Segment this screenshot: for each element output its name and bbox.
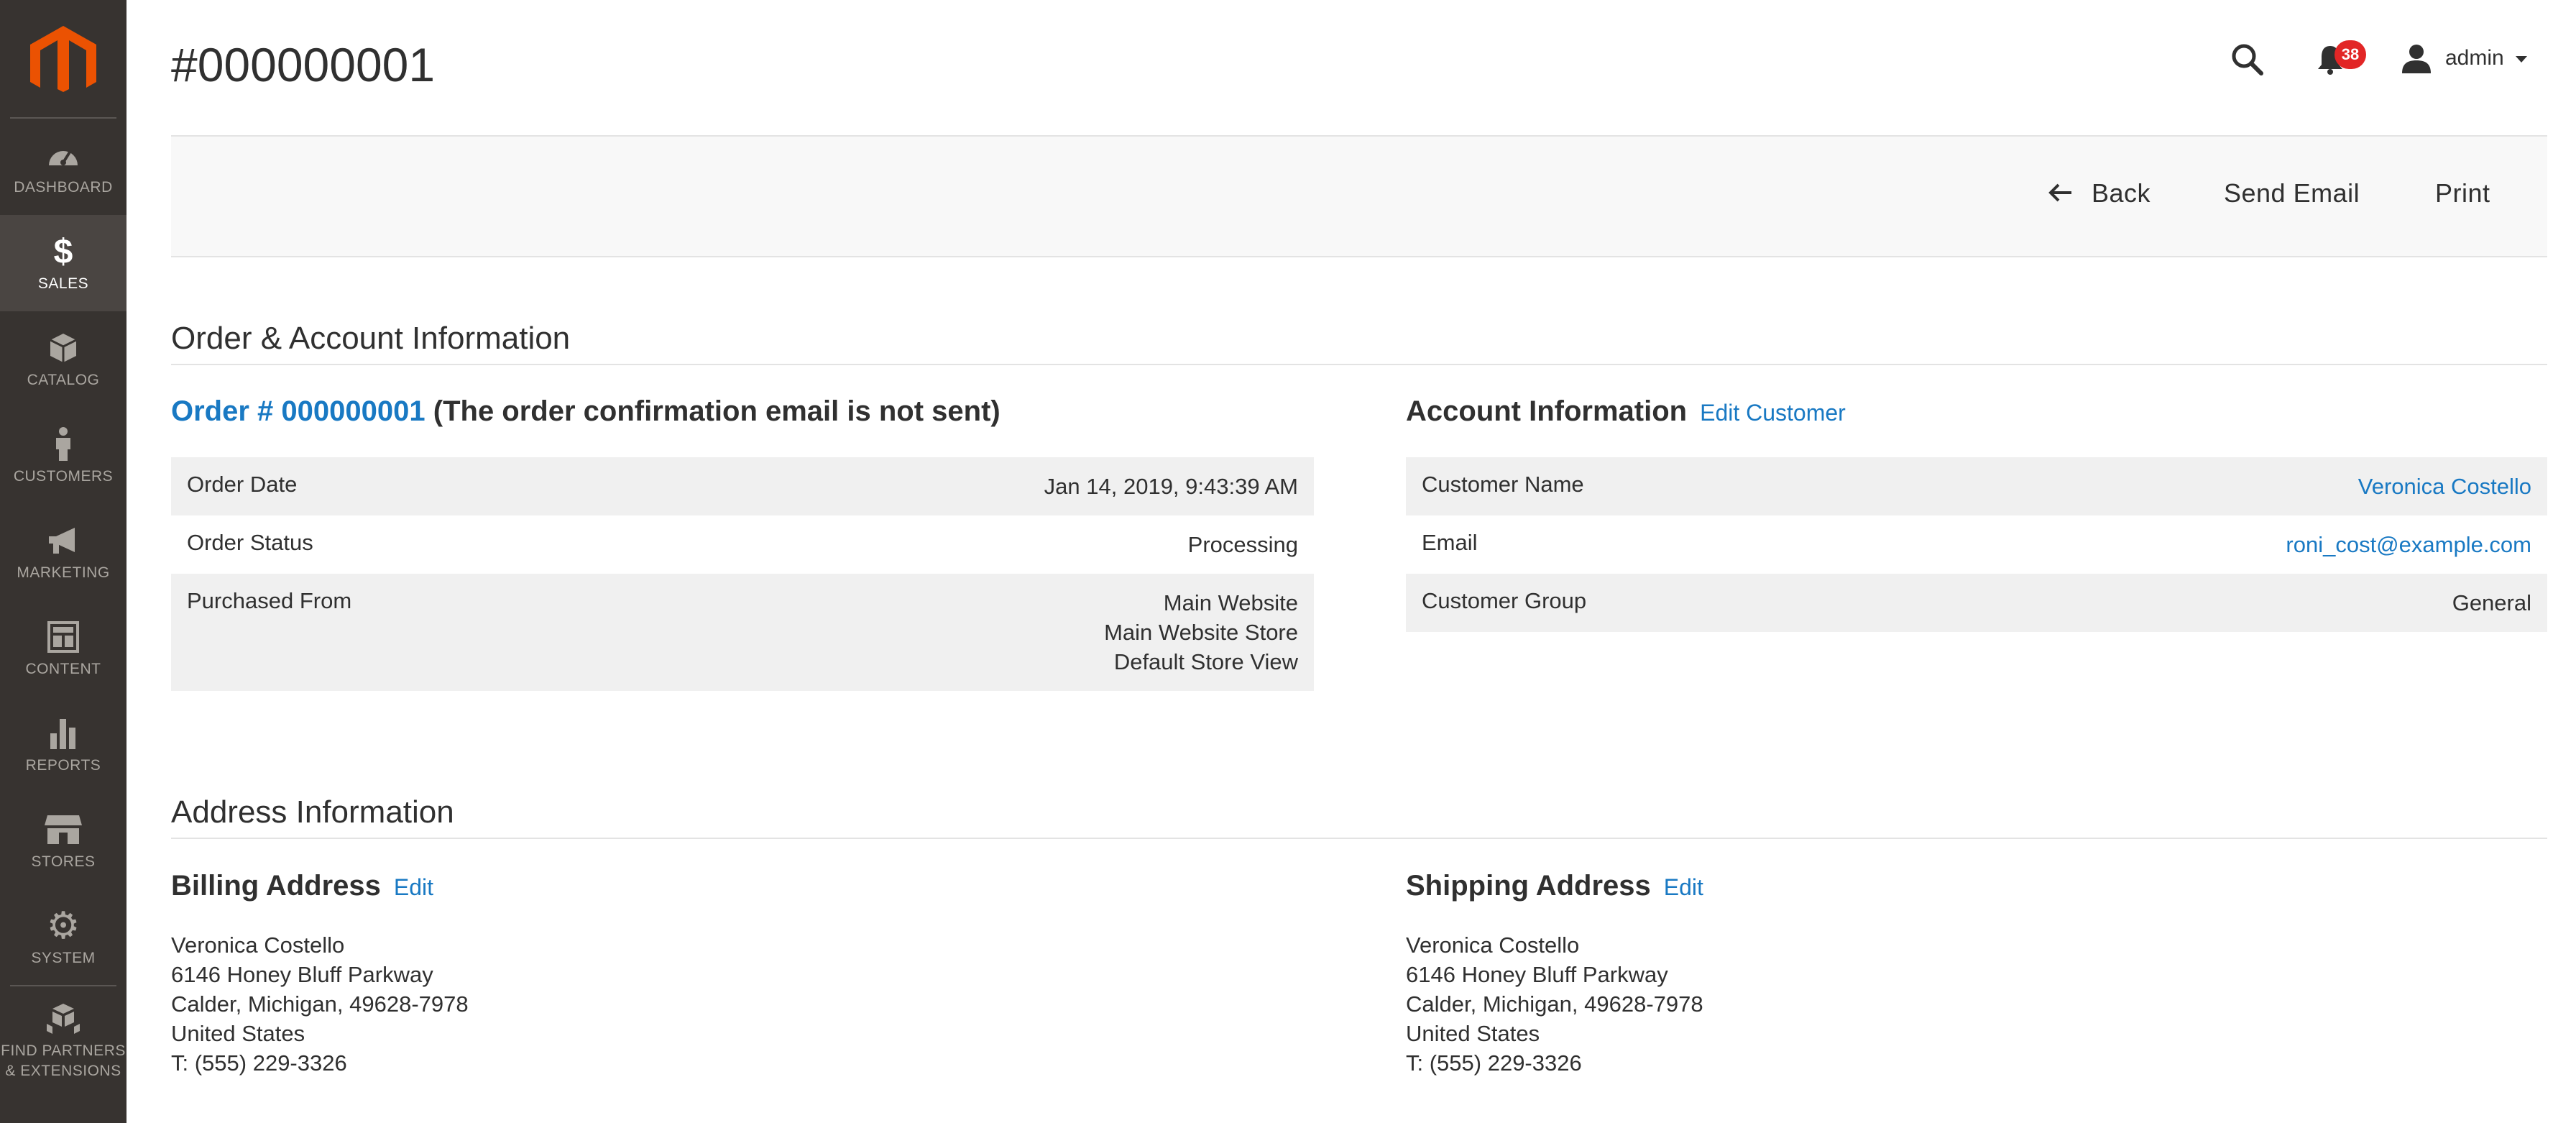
- billing-street: 6146 Honey Bluff Parkway: [171, 962, 433, 987]
- account-info-title: Account Information: [1406, 395, 1688, 427]
- print-button[interactable]: Print: [2435, 178, 2490, 208]
- user-name: admin: [2445, 46, 2504, 70]
- sidebar-label: SALES: [37, 275, 89, 292]
- admin-sidebar: DASHBOARD $ SALES CATALOG CUSTOMERS MARK…: [0, 0, 126, 1123]
- magento-logo[interactable]: [0, 0, 126, 119]
- sidebar-label: REPORTS: [25, 757, 101, 774]
- sidebar-label: MARKETING: [17, 564, 110, 581]
- shipping-name: Veronica Costello: [1406, 932, 1580, 958]
- sidebar-item-system[interactable]: ⚙ SYSTEM: [0, 889, 126, 986]
- shipping-address-title: Shipping Address: [1406, 870, 1651, 902]
- billing-address: Veronica Costello 6146 Honey Bluff Parkw…: [171, 930, 469, 1078]
- sidebar-label: SYSTEM: [31, 950, 96, 966]
- customer-group-label: Customer Group: [1406, 574, 1880, 632]
- purchased-from-label: Purchased From: [171, 574, 637, 691]
- sidebar-label-line2: & EXTENSIONS: [5, 1063, 121, 1079]
- dollar-icon: $: [53, 232, 73, 271]
- billing-city: Calder, Michigan, 49628-7978: [171, 991, 469, 1017]
- global-search-button[interactable]: [2230, 42, 2266, 78]
- sidebar-label: STORES: [31, 853, 96, 870]
- sidebar-item-marketing[interactable]: MARKETING: [0, 504, 126, 600]
- table-row: Order Date Jan 14, 2019, 9:43:39 AM: [171, 457, 1314, 515]
- billing-address-title: Billing Address: [171, 870, 381, 902]
- purchased-from-website: Main Website: [1163, 590, 1298, 615]
- email-label: Email: [1422, 530, 1478, 555]
- chevron-down-icon: [2516, 56, 2527, 63]
- order-status-value: Processing: [1187, 532, 1298, 557]
- edit-shipping-link[interactable]: Edit: [1664, 874, 1703, 900]
- table-row: Customer Group General: [1406, 574, 2547, 632]
- billing-country: United States: [171, 1021, 305, 1046]
- back-button-label: Back: [2092, 178, 2151, 208]
- order-info-table: Order Date Jan 14, 2019, 9:43:39 AM Orde…: [171, 457, 1314, 691]
- search-icon: [2232, 44, 2263, 75]
- purchased-from-store-view: Default Store View: [1113, 649, 1298, 674]
- account-info-table: Customer Name Veronica Costello Email ro…: [1406, 457, 2547, 632]
- email-link[interactable]: roni_cost@example.com: [1879, 515, 2547, 574]
- user-icon: [2402, 45, 2431, 73]
- notifications-count-badge: 38: [2334, 40, 2366, 69]
- admin-user-menu[interactable]: admin: [2401, 42, 2530, 78]
- sidebar-item-dashboard[interactable]: DASHBOARD: [0, 119, 126, 215]
- shipping-street: 6146 Honey Bluff Parkway: [1406, 962, 1668, 987]
- customer-group-value: General: [1879, 574, 2547, 632]
- order-email-note: (The order confirmation email is not sen…: [433, 395, 1000, 427]
- page-actions-bar: Back Send Email Print: [171, 135, 2547, 257]
- sidebar-label: CATALOG: [27, 372, 100, 388]
- sidebar-item-content[interactable]: CONTENT: [0, 600, 126, 697]
- sidebar-label: DASHBOARD: [14, 179, 113, 196]
- billing-phone: T: (555) 229-3326: [171, 1050, 347, 1076]
- gear-icon: ⚙: [46, 905, 80, 947]
- account-block-title: Account Information Edit Customer: [1406, 395, 1846, 428]
- sidebar-label: CONTENT: [25, 661, 101, 677]
- sidebar-item-catalog[interactable]: CATALOG: [0, 311, 126, 408]
- dashboard-icon: [0, 137, 126, 173]
- shipping-country: United States: [1406, 1021, 1540, 1046]
- section-title-address: Address Information: [171, 794, 2547, 839]
- order-block-title: Order # 000000001 (The order confirmatio…: [171, 395, 1000, 428]
- magento-logo-icon: [30, 26, 96, 92]
- shipping-block-title: Shipping Address Edit: [1406, 870, 1703, 902]
- customer-name-link[interactable]: Veronica Costello: [1879, 457, 2547, 515]
- sidebar-item-customers[interactable]: CUSTOMERS: [0, 408, 126, 504]
- table-row: Customer Name Veronica Costello: [1406, 457, 2547, 515]
- order-date-value: Jan 14, 2019, 9:43:39 AM: [636, 457, 1314, 515]
- billing-block-title: Billing Address Edit: [171, 870, 433, 902]
- table-row: Purchased From Main Website Main Website…: [171, 574, 1314, 691]
- sidebar-item-sales[interactable]: $ SALES: [0, 215, 126, 311]
- section-title-order-account: Order & Account Information: [171, 321, 2547, 365]
- order-number-link[interactable]: Order # 000000001: [171, 395, 426, 427]
- order-date-label: Order Date: [171, 457, 637, 515]
- shipping-address: Veronica Costello 6146 Honey Bluff Parkw…: [1406, 930, 1703, 1078]
- page-title: #000000001: [171, 38, 436, 91]
- edit-customer-link[interactable]: Edit Customer: [1700, 400, 1846, 426]
- purchased-from-store: Main Website Store: [1104, 620, 1298, 645]
- sidebar-label: CUSTOMERS: [13, 468, 114, 485]
- cubes-icon: [0, 1001, 126, 1037]
- customer-name-label: Customer Name: [1406, 457, 1880, 515]
- edit-billing-link[interactable]: Edit: [394, 874, 433, 900]
- send-email-button[interactable]: Send Email: [2224, 178, 2360, 208]
- sidebar-label: FIND PARTNERS & EXTENSIONS: [0, 1041, 126, 1081]
- layout-icon: [0, 619, 126, 655]
- store-icon: [0, 812, 126, 848]
- shipping-city: Calder, Michigan, 49628-7978: [1406, 991, 1703, 1017]
- sidebar-item-find-partners[interactable]: FIND PARTNERS & EXTENSIONS: [0, 986, 126, 1101]
- purchased-from-value: Main Website Main Website Store Default …: [636, 574, 1314, 691]
- table-row: Order Status Processing: [171, 515, 1314, 574]
- table-row: Email roni_cost@example.com: [1406, 515, 2547, 574]
- arrow-left-icon: [2048, 178, 2073, 208]
- back-button[interactable]: Back: [2048, 178, 2150, 208]
- megaphone-icon: [0, 523, 126, 559]
- box-icon: [0, 330, 126, 366]
- order-status-label: Order Status: [187, 530, 313, 555]
- shipping-phone: T: (555) 229-3326: [1406, 1050, 1582, 1076]
- sidebar-label-line1: FIND PARTNERS: [1, 1042, 126, 1059]
- billing-name: Veronica Costello: [171, 932, 345, 958]
- sidebar-item-reports[interactable]: REPORTS: [0, 697, 126, 793]
- person-icon: [0, 426, 126, 462]
- sidebar-item-stores[interactable]: STORES: [0, 793, 126, 889]
- bar-chart-icon: [0, 715, 126, 751]
